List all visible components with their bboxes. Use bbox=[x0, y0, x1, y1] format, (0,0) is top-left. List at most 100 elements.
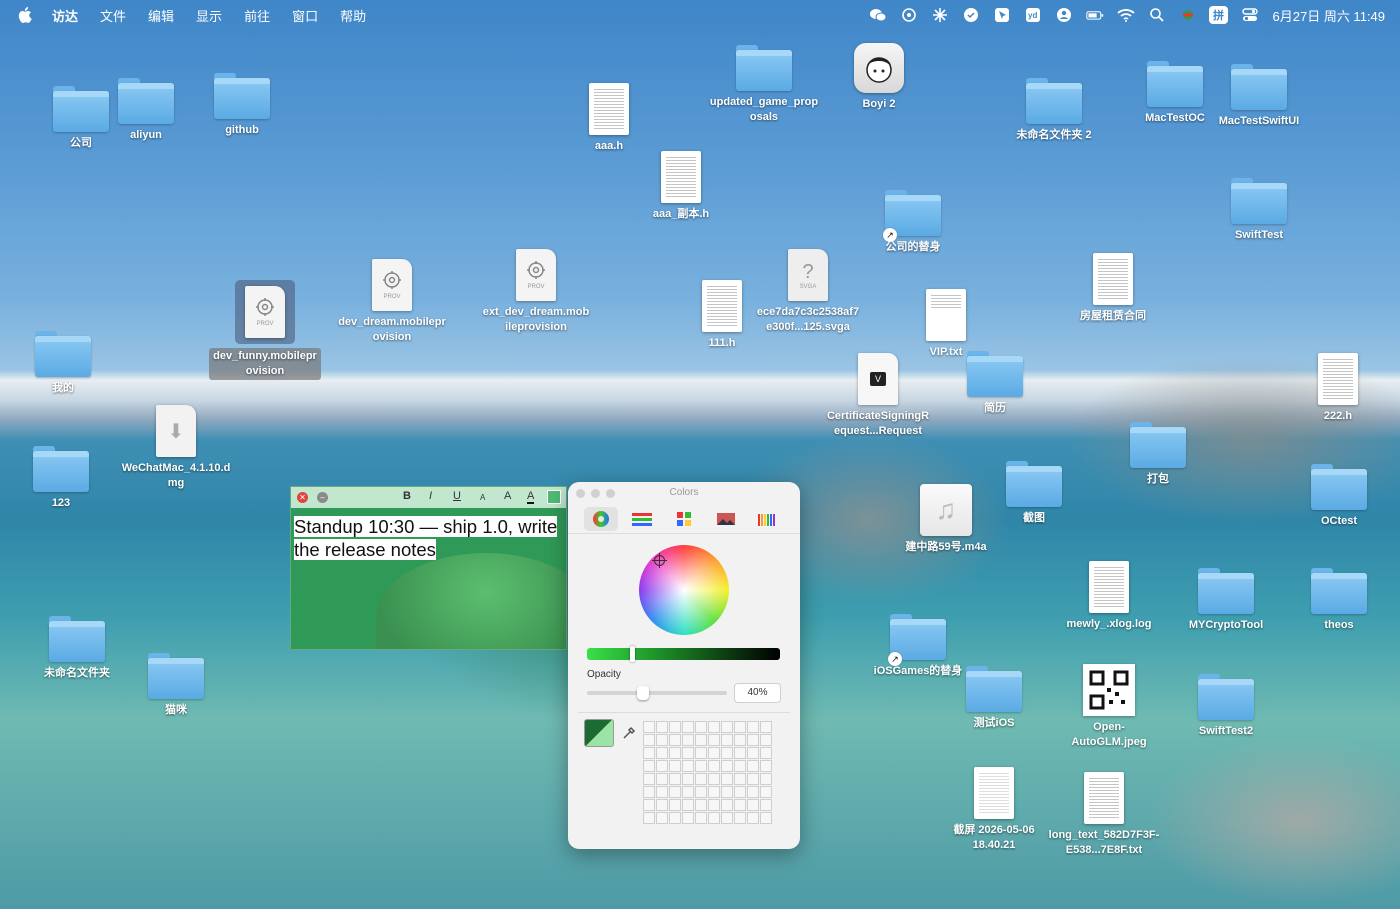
swatch-cell[interactable] bbox=[669, 760, 681, 772]
desktop-file[interactable]: 截屏 2026-05-06 18.40.21 bbox=[934, 767, 1054, 853]
swatch-cell[interactable] bbox=[708, 734, 720, 746]
swatch-cell[interactable] bbox=[760, 721, 772, 733]
close-button[interactable] bbox=[576, 489, 585, 498]
desktop-file[interactable]: 房屋租赁合同 bbox=[1053, 253, 1173, 324]
swatch-cell[interactable] bbox=[747, 812, 759, 824]
swatch-cell[interactable] bbox=[721, 773, 733, 785]
underline-button[interactable]: U bbox=[453, 490, 461, 502]
desktop-folder[interactable]: SwiftTest bbox=[1199, 178, 1319, 243]
desktop-file[interactable]: PROV dev_dream.mobileprovision bbox=[332, 259, 452, 345]
apple-menu-icon[interactable] bbox=[18, 7, 32, 23]
openai-icon[interactable] bbox=[900, 7, 918, 23]
swatch-cell[interactable] bbox=[760, 747, 772, 759]
desktop-alias[interactable]: ↗ 公司的替身 bbox=[853, 190, 973, 255]
desktop-folder[interactable]: 猫咪 bbox=[116, 653, 236, 718]
swatch-cell[interactable] bbox=[760, 773, 772, 785]
swatch-cell[interactable] bbox=[695, 799, 707, 811]
bold-button[interactable]: B bbox=[403, 490, 411, 502]
swatch-cell[interactable] bbox=[747, 721, 759, 733]
desktop-folder[interactable]: SwiftTest2 bbox=[1166, 674, 1286, 739]
note-color-swatch[interactable] bbox=[547, 490, 561, 504]
swatch-cell[interactable] bbox=[669, 734, 681, 746]
swatch-cell[interactable] bbox=[682, 812, 694, 824]
battery-icon[interactable] bbox=[1085, 7, 1104, 23]
desktop-file[interactable]: long_text_582D7F3F-E538...7E8F.txt bbox=[1044, 772, 1164, 858]
swatch-cell[interactable] bbox=[721, 812, 733, 824]
swatch-cell[interactable] bbox=[708, 812, 720, 824]
swatch-cell[interactable] bbox=[643, 799, 655, 811]
swatch-cell[interactable] bbox=[747, 760, 759, 772]
swatch-cell[interactable] bbox=[695, 747, 707, 759]
desktop-folder[interactable]: MacTestSwiftUI bbox=[1199, 64, 1319, 129]
swatch-cell[interactable] bbox=[695, 812, 707, 824]
swatch-cell[interactable] bbox=[643, 786, 655, 798]
swatch-cell[interactable] bbox=[656, 799, 668, 811]
swatch-cell[interactable] bbox=[669, 747, 681, 759]
swatch-cell[interactable] bbox=[760, 734, 772, 746]
youdao-icon[interactable]: yd bbox=[1024, 7, 1042, 23]
swatch-cell[interactable] bbox=[695, 721, 707, 733]
swatch-cell[interactable] bbox=[643, 812, 655, 824]
desktop-file[interactable]: VIP.txt bbox=[886, 289, 1006, 360]
desktop-folder[interactable]: 测试iOS bbox=[934, 666, 1054, 731]
sticky-note-window[interactable]: ✕ – B I U A A A Standup 10:30 — ship 1.0… bbox=[290, 486, 567, 650]
swatch-cell[interactable] bbox=[682, 734, 694, 746]
swatch-cell[interactable] bbox=[721, 721, 733, 733]
wifi-icon[interactable] bbox=[1116, 7, 1135, 23]
swatch-cell[interactable] bbox=[643, 721, 655, 733]
opacity-slider[interactable] bbox=[587, 686, 727, 700]
color-wheel[interactable] bbox=[639, 545, 729, 635]
swatch-cell[interactable] bbox=[760, 760, 772, 772]
swatch-cell[interactable] bbox=[747, 747, 759, 759]
swatch-cell[interactable] bbox=[721, 734, 733, 746]
swatch-cell[interactable] bbox=[708, 773, 720, 785]
color-palettes-tab[interactable] bbox=[667, 507, 701, 531]
search-icon[interactable] bbox=[1148, 7, 1166, 23]
swatch-cell[interactable] bbox=[734, 799, 746, 811]
swatch-cell[interactable] bbox=[669, 721, 681, 733]
swatch-cell[interactable] bbox=[682, 786, 694, 798]
swatch-cell[interactable] bbox=[734, 786, 746, 798]
swatch-cell[interactable] bbox=[656, 747, 668, 759]
desktop-file[interactable]: PROV ext_dev_dream.mobileprovision bbox=[476, 249, 596, 335]
desktop-file[interactable]: 222.h bbox=[1278, 353, 1398, 424]
desktop-folder[interactable]: 我的 bbox=[3, 331, 123, 396]
desktop-folder[interactable]: theos bbox=[1279, 568, 1399, 633]
desktop-file[interactable]: aaa.h bbox=[549, 83, 669, 154]
swatch-cell[interactable] bbox=[643, 747, 655, 759]
swatch-cell[interactable] bbox=[734, 747, 746, 759]
menu-file[interactable]: 文件 bbox=[100, 6, 126, 25]
wechat-icon[interactable] bbox=[869, 7, 887, 23]
input-method-icon[interactable]: 拼 bbox=[1209, 6, 1229, 24]
swatch-cell[interactable] bbox=[760, 786, 772, 798]
swatch-cell[interactable] bbox=[669, 786, 681, 798]
menu-help[interactable]: 帮助 bbox=[340, 6, 366, 25]
desktop-file[interactable]: V CertificateSigningRequest...Request bbox=[818, 353, 938, 439]
swatch-cell[interactable] bbox=[695, 773, 707, 785]
menu-go[interactable]: 前往 bbox=[244, 6, 270, 25]
menu-app-name[interactable]: 访达 bbox=[52, 6, 78, 25]
swatch-cell[interactable] bbox=[721, 760, 733, 772]
desktop-file[interactable]: Open-AutoGLM.jpeg bbox=[1049, 664, 1169, 750]
close-button[interactable]: ✕ bbox=[297, 492, 308, 503]
desktop-folder[interactable]: github bbox=[182, 73, 302, 138]
menu-edit[interactable]: 编辑 bbox=[148, 6, 174, 25]
swatch-cell[interactable] bbox=[747, 799, 759, 811]
desktop-folder[interactable]: OCtest bbox=[1279, 464, 1399, 529]
swatch-cell[interactable] bbox=[669, 773, 681, 785]
sticky-text[interactable]: Standup 10:30 — ship 1.0, write the rele… bbox=[294, 515, 564, 561]
desktop-folder[interactable]: updated_game_proposals bbox=[704, 45, 824, 125]
swatch-cell[interactable] bbox=[695, 786, 707, 798]
larger-font-button[interactable]: A bbox=[504, 490, 511, 502]
desktop-folder[interactable]: 简历 bbox=[935, 351, 1055, 416]
swatch-cell[interactable] bbox=[708, 760, 720, 772]
saved-swatches-grid[interactable] bbox=[643, 721, 772, 824]
crosshair-icon[interactable] bbox=[652, 553, 667, 568]
swatch-cell[interactable] bbox=[760, 799, 772, 811]
swatch-cell[interactable] bbox=[721, 786, 733, 798]
desktop-app[interactable]: Boyi 2 bbox=[819, 43, 939, 112]
chat-bubble-icon[interactable] bbox=[962, 7, 980, 23]
swatch-cell[interactable] bbox=[643, 734, 655, 746]
zoom-button[interactable] bbox=[606, 489, 615, 498]
desktop-folder[interactable]: MYCryptoTool bbox=[1166, 568, 1286, 633]
